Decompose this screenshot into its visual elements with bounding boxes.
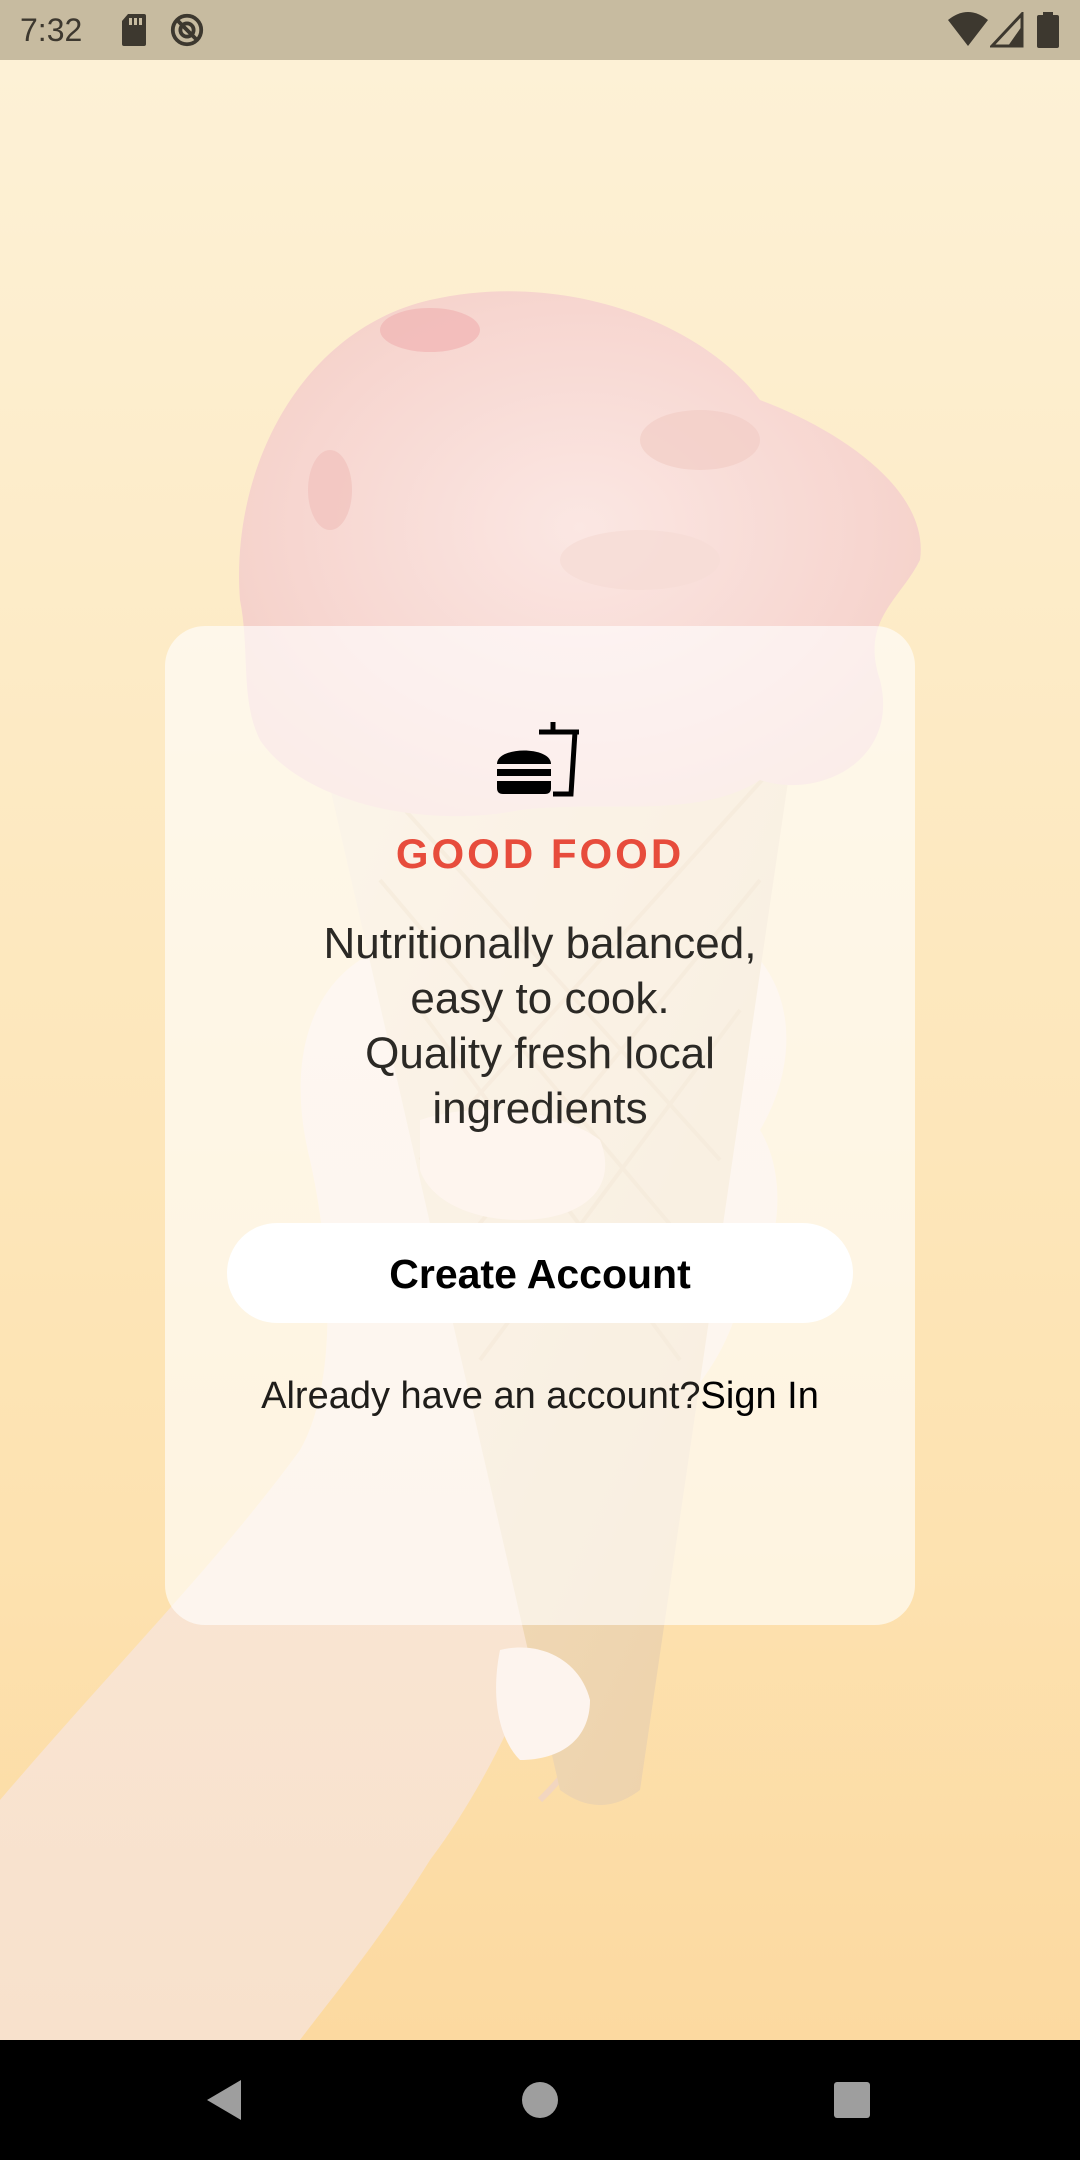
do-not-disturb-icon [170, 13, 204, 47]
status-time: 7:32 [20, 12, 83, 48]
tagline-line: Quality fresh local [365, 1029, 715, 1078]
brand-title: GOOD FOOD [395, 830, 685, 877]
signin-row: Already have an account?Sign In [165, 1371, 915, 1421]
welcome-card: GOOD FOOD Nutritionally balanced, easy t… [165, 626, 915, 1625]
tagline: Nutritionally balanced, easy to cook. Qu… [240, 916, 840, 1136]
sd-card-icon [122, 14, 146, 46]
sign-in-link[interactable]: Sign In [701, 1375, 819, 1417]
cell-signal-icon [990, 12, 1024, 48]
fastfood-icon [497, 722, 579, 797]
tagline-line: ingredients [432, 1084, 648, 1133]
battery-icon [1037, 12, 1059, 48]
home-icon[interactable] [510, 2070, 570, 2130]
navigation-bar [0, 2040, 1080, 2160]
create-account-button[interactable]: Create Account [227, 1223, 853, 1323]
tagline-line: Nutritionally balanced, [323, 919, 757, 968]
recents-icon[interactable] [822, 2070, 882, 2130]
signin-prompt: Already have an account? [261, 1375, 701, 1417]
status-bar: 7:32 [0, 0, 1080, 60]
tagline-line: easy to cook. [410, 974, 670, 1023]
welcome-screen: 7:32 GOOD FOOD Nutritionally balanced, e… [0, 0, 1080, 2160]
wifi-icon [948, 12, 988, 46]
back-icon[interactable] [195, 2070, 255, 2130]
